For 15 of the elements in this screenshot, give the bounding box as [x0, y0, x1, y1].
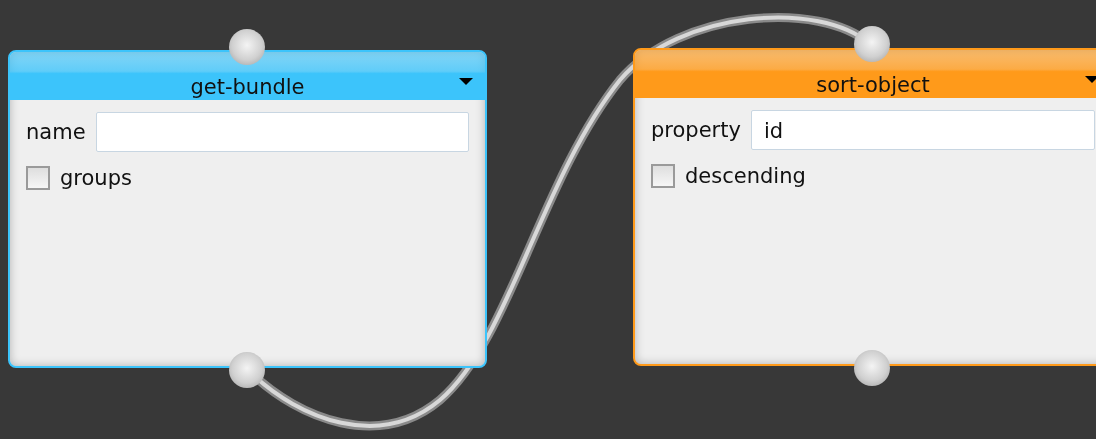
caret-icon[interactable]: [459, 78, 473, 86]
node-title: sort-object: [816, 72, 930, 98]
checkbox[interactable]: [651, 164, 675, 188]
text-field[interactable]: id: [750, 110, 1095, 150]
text-field[interactable]: [95, 112, 469, 152]
port-icon[interactable]: [229, 29, 265, 65]
checkbox-label: groups: [60, 166, 132, 190]
checkbox-label: descending: [685, 164, 806, 188]
checkbox[interactable]: [26, 166, 50, 190]
port-icon[interactable]: [854, 26, 890, 62]
node-title: get-bundle: [190, 74, 305, 100]
field-label: property: [651, 118, 741, 142]
port-icon[interactable]: [854, 350, 890, 386]
caret-icon[interactable]: [1085, 76, 1096, 84]
field-label: name: [26, 120, 86, 144]
